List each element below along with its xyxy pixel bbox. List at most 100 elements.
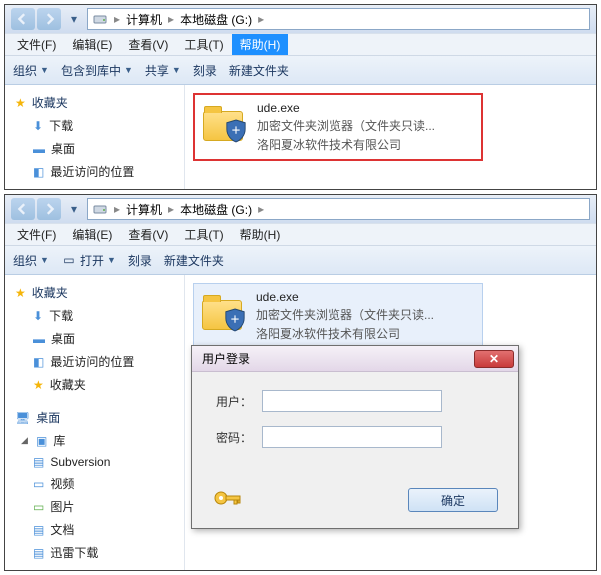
open-icon: ▭	[61, 252, 77, 268]
file-item-icon	[201, 101, 247, 141]
sidebar-item-xunlei[interactable]: ▤迅雷下载	[5, 541, 184, 564]
menu-bar: 文件(F) 编辑(E) 查看(V) 工具(T) 帮助(H)	[5, 223, 596, 245]
address-bar[interactable]: ▸ 计算机 ▸ 本地磁盘 (G:) ▸	[87, 8, 590, 30]
sidebar-item-favorites[interactable]: ★收藏夹	[5, 373, 184, 396]
download-icon: ⬇	[33, 309, 43, 323]
folder-icon: ▤	[33, 455, 44, 469]
nav-back-button[interactable]	[11, 198, 35, 220]
user-input[interactable]	[262, 390, 442, 412]
breadcrumb-sep: ▸	[258, 202, 264, 216]
sidebar: ★收藏夹 ⬇下载 ▬桌面 ◧最近访问的位置 ★收藏夹 🖥桌面 ◢▣库 ▤Subv…	[5, 275, 185, 570]
sidebar-desktop-header[interactable]: 🖥桌面	[5, 406, 184, 429]
nav-forward-button[interactable]	[37, 198, 61, 220]
menu-edit[interactable]: 编辑(E)	[64, 224, 120, 245]
folder-icon: ▤	[33, 546, 44, 560]
collapse-icon[interactable]: ◢	[19, 435, 30, 446]
sidebar-item-video[interactable]: ▭视频	[5, 472, 184, 495]
menu-file[interactable]: 文件(F)	[9, 224, 64, 245]
toolbar: 组织▼ 包含到库中▼ 共享▼ 刻录 新建文件夹	[5, 55, 596, 85]
toolbar-newfolder[interactable]: 新建文件夹	[164, 252, 224, 269]
breadcrumb-computer[interactable]: 计算机	[126, 11, 162, 28]
close-button[interactable]: ✕	[474, 350, 514, 368]
breadcrumb-drive[interactable]: 本地磁盘 (G:)	[180, 11, 252, 28]
menu-view[interactable]: 查看(V)	[120, 224, 176, 245]
breadcrumb-drive[interactable]: 本地磁盘 (G:)	[180, 201, 252, 218]
shield-icon	[224, 308, 246, 332]
nav-forward-button[interactable]	[37, 8, 61, 30]
toolbar-organize[interactable]: 组织▼	[13, 252, 49, 269]
password-label: 密码：	[212, 429, 252, 446]
toolbar-include[interactable]: 包含到库中▼	[61, 62, 133, 79]
sidebar-item-library[interactable]: ◢▣库	[5, 429, 184, 452]
sidebar-item-recent[interactable]: ◧最近访问的位置	[5, 160, 184, 183]
password-input[interactable]	[262, 426, 442, 448]
content-pane[interactable]: ude.exe 加密文件夹浏览器（文件夹只读... 洛阳夏冰软件技术有限公司 用…	[185, 275, 596, 570]
window-top: ▾ ▸ 计算机 ▸ 本地磁盘 (G:) ▸ 文件(F) 编辑(E) 查看(V) …	[4, 4, 597, 190]
menu-view[interactable]: 查看(V)	[120, 34, 176, 55]
breadcrumb-sep: ▸	[114, 12, 120, 26]
address-bar[interactable]: ▸ 计算机 ▸ 本地磁盘 (G:) ▸	[87, 198, 590, 220]
toolbar: 组织▼ ▭打开▼ 刻录 新建文件夹	[5, 245, 596, 275]
desktop-icon: ▬	[33, 332, 45, 346]
titlebar: ▾ ▸ 计算机 ▸ 本地磁盘 (G:) ▸	[5, 5, 596, 33]
sidebar-item-pictures[interactable]: ▭图片	[5, 495, 184, 518]
menu-help[interactable]: 帮助(H)	[232, 34, 289, 55]
sidebar-favorites-header[interactable]: ★收藏夹	[5, 91, 184, 114]
star-icon: ★	[15, 286, 26, 300]
breadcrumb-sep: ▸	[114, 202, 120, 216]
menu-help[interactable]: 帮助(H)	[232, 224, 289, 245]
close-icon: ✕	[489, 352, 499, 366]
file-desc: 加密文件夹浏览器（文件夹只读...	[257, 117, 435, 134]
file-desc: 加密文件夹浏览器（文件夹只读...	[256, 306, 434, 323]
titlebar: ▾ ▸ 计算机 ▸ 本地磁盘 (G:) ▸	[5, 195, 596, 223]
menu-file[interactable]: 文件(F)	[9, 34, 64, 55]
content-pane[interactable]: ude.exe 加密文件夹浏览器（文件夹只读... 洛阳夏冰软件技术有限公司	[185, 85, 596, 189]
star-icon: ★	[15, 96, 26, 110]
menu-edit[interactable]: 编辑(E)	[64, 34, 120, 55]
breadcrumb-computer[interactable]: 计算机	[126, 201, 162, 218]
sidebar-item-desktop[interactable]: ▬桌面	[5, 137, 184, 160]
breadcrumb-sep: ▸	[168, 12, 174, 26]
sidebar-favorites-header[interactable]: ★收藏夹	[5, 281, 184, 304]
download-icon: ⬇	[33, 119, 43, 133]
menu-bar: 文件(F) 编辑(E) 查看(V) 工具(T) 帮助(H)	[5, 33, 596, 55]
toolbar-organize[interactable]: 组织▼	[13, 62, 49, 79]
sidebar-item-documents[interactable]: ▤文档	[5, 518, 184, 541]
dialog-titlebar[interactable]: 用户登录 ✕	[192, 346, 518, 372]
toolbar-burn[interactable]: 刻录	[128, 252, 152, 269]
window-bottom: ▾ ▸ 计算机 ▸ 本地磁盘 (G:) ▸ 文件(F) 编辑(E) 查看(V) …	[4, 194, 597, 571]
sidebar-item-downloads[interactable]: ⬇下载	[5, 304, 184, 327]
menu-tools[interactable]: 工具(T)	[176, 224, 231, 245]
file-item[interactable]: ude.exe 加密文件夹浏览器（文件夹只读... 洛阳夏冰软件技术有限公司	[193, 283, 483, 349]
menu-tools[interactable]: 工具(T)	[176, 34, 231, 55]
nav-history-dropdown[interactable]: ▾	[67, 198, 81, 220]
sidebar: ★收藏夹 ⬇下载 ▬桌面 ◧最近访问的位置	[5, 85, 185, 189]
picture-icon: ▭	[33, 500, 44, 514]
file-company: 洛阳夏冰软件技术有限公司	[257, 136, 435, 153]
file-item-icon	[200, 290, 246, 330]
ok-button[interactable]: 确定	[408, 488, 498, 512]
toolbar-open[interactable]: ▭打开▼	[61, 252, 116, 269]
file-item-highlighted[interactable]: ude.exe 加密文件夹浏览器（文件夹只读... 洛阳夏冰软件技术有限公司	[193, 93, 483, 161]
drive-icon	[92, 201, 108, 217]
sidebar-item-recent[interactable]: ◧最近访问的位置	[5, 350, 184, 373]
sidebar-item-downloads[interactable]: ⬇下载	[5, 114, 184, 137]
toolbar-newfolder[interactable]: 新建文件夹	[229, 62, 289, 79]
toolbar-share[interactable]: 共享▼	[145, 62, 181, 79]
file-company: 洛阳夏冰软件技术有限公司	[256, 325, 434, 342]
login-dialog: 用户登录 ✕ 用户： 密码： 确定	[191, 345, 519, 529]
shield-icon	[225, 119, 247, 143]
sidebar-item-subversion[interactable]: ▤Subversion	[5, 452, 184, 472]
recent-icon: ◧	[33, 165, 44, 179]
sidebar-item-desktop[interactable]: ▬桌面	[5, 327, 184, 350]
star-icon: ★	[33, 378, 44, 392]
nav-history-dropdown[interactable]: ▾	[67, 8, 81, 30]
breadcrumb-sep: ▸	[168, 202, 174, 216]
nav-back-button[interactable]	[11, 8, 35, 30]
breadcrumb-sep: ▸	[258, 12, 264, 26]
drive-icon	[92, 11, 108, 27]
desktop-icon: ▬	[33, 142, 45, 156]
library-icon: ▣	[36, 434, 47, 448]
toolbar-burn[interactable]: 刻录	[193, 62, 217, 79]
recent-icon: ◧	[33, 355, 44, 369]
